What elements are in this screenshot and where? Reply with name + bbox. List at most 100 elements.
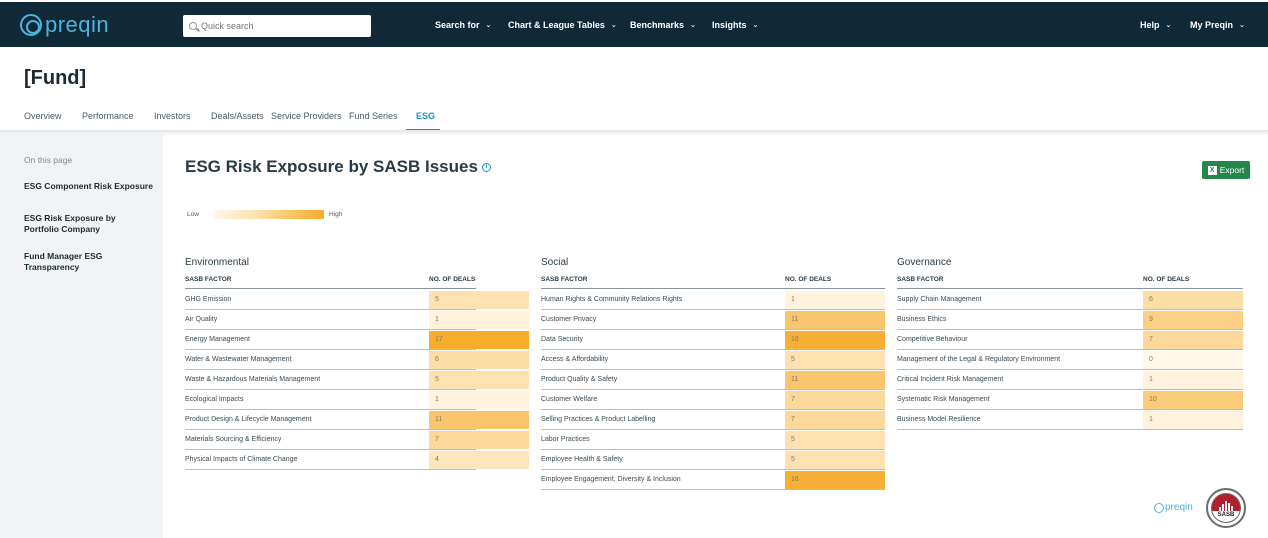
sidebar-item-fund-manager-transparency[interactable]: Fund Manager ESG Transparency	[24, 251, 159, 273]
sasb-factor-label: Water & Wastewater Management	[185, 356, 292, 363]
deals-count-cell: 6	[1143, 291, 1243, 309]
nav-chart-league-tables-label: Chart & League Tables	[508, 20, 605, 30]
table-row: Systematic Risk Management 10	[897, 390, 1243, 410]
tab-performance[interactable]: Performance	[82, 111, 134, 121]
table-row: Customer Welfare 7	[541, 390, 885, 410]
table-row: Supply Chain Management 6	[897, 290, 1243, 310]
sasb-factor-label: Competitive Behaviour	[897, 336, 968, 343]
sasb-factor-label: Systematic Risk Management	[897, 396, 990, 403]
nav-my-preqin-label: My Preqin	[1190, 20, 1234, 30]
nav-help-label: Help	[1140, 20, 1160, 30]
deals-count-cell: 5	[429, 371, 529, 389]
deals-count-cell: 4	[429, 451, 529, 469]
sasb-factor-label: Waste & Hazardous Materials Management	[185, 376, 321, 383]
table-row: Selling Practices & Product Labelling 7	[541, 410, 885, 430]
footer-logo-text: preqin	[1165, 502, 1193, 513]
sasb-factor-label: Business Ethics	[897, 316, 947, 323]
preqin-logo-icon	[1154, 502, 1164, 513]
sasb-bars-icon	[1219, 501, 1233, 511]
deals-count-cell: 10	[1143, 391, 1243, 409]
nav-benchmarks-label: Benchmarks	[630, 20, 685, 30]
table-row: Access & Affordability 5	[541, 350, 885, 370]
table-header-divider	[897, 288, 1243, 289]
deals-count-cell: 6	[429, 351, 529, 369]
deals-count-cell: 5	[785, 451, 885, 469]
sasb-factor-label: Customer Privacy	[541, 316, 597, 323]
on-this-page-sidebar: On this page ESG Component Risk Exposure…	[0, 134, 163, 538]
nav-benchmarks[interactable]: Benchmarks ⌄	[630, 20, 696, 30]
column-header-no-of-deals: NO. OF DEALS	[429, 276, 476, 283]
sidebar-item-esg-component-risk[interactable]: ESG Component Risk Exposure	[24, 181, 159, 192]
deals-count-cell: 7	[785, 411, 885, 429]
nav-chart-league-tables[interactable]: Chart & League Tables ⌄	[508, 20, 617, 30]
nav-search-for-label: Search for	[435, 20, 480, 30]
table-header-divider	[541, 288, 885, 289]
tab-esg[interactable]: ESG	[416, 111, 435, 121]
tab-service-providers[interactable]: Service Providers	[271, 111, 342, 121]
sasb-factor-label: Management of the Legal & Regulatory Env…	[897, 356, 1061, 363]
deals-count-cell: 5	[429, 291, 529, 309]
page-title: [Fund]	[24, 67, 87, 89]
deals-count-cell: 7	[429, 431, 529, 449]
preqin-logo-text: preqin	[45, 12, 110, 37]
sidebar-heading: On this page	[24, 155, 73, 165]
table-row: Customer Privacy 11	[541, 310, 885, 330]
tab-fund-series[interactable]: Fund Series	[349, 111, 398, 121]
table-row: Water & Wastewater Management 6	[185, 350, 529, 370]
nav-help[interactable]: Help ⌄	[1140, 20, 1171, 30]
table-row: Business Model Resilience 1	[897, 410, 1243, 430]
sasb-factor-label: Employee Engagement, Diversity & Inclusi…	[541, 476, 681, 483]
sasb-factor-label: Critical Incident Risk Management	[897, 376, 1004, 383]
sasb-seal: SASB	[1211, 493, 1241, 523]
quick-search-input[interactable]	[201, 21, 361, 31]
sasb-factor-label: Employee Health & Safety	[541, 456, 623, 463]
quick-search[interactable]	[183, 15, 371, 37]
table-row: Waste & Hazardous Materials Management 5	[185, 370, 529, 390]
heat-legend: Low High	[187, 210, 342, 219]
table-row: Product Design & Lifecycle Management 11	[185, 410, 529, 430]
chevron-down-icon: ⌄	[610, 22, 617, 29]
sidebar-item-esg-risk-by-portfolio[interactable]: ESG Risk Exposure by Portfolio Company	[24, 213, 124, 235]
column-header-no-of-deals: NO. OF DEALS	[1143, 276, 1190, 283]
nav-insights[interactable]: Insights ⌄	[712, 20, 758, 30]
deals-count-cell: 16	[785, 331, 885, 349]
sasb-factor-label: Materials Sourcing & Efficiency	[185, 436, 282, 443]
search-icon	[189, 22, 197, 30]
tab-overview[interactable]: Overview	[24, 111, 62, 121]
table-row: GHG Emission 5	[185, 290, 529, 310]
table-row: Human Rights & Community Relations Right…	[541, 290, 885, 310]
table-row: Ecological Impacts 1	[185, 390, 529, 410]
chevron-down-icon: ⌄	[690, 22, 696, 29]
preqin-logo-icon	[20, 14, 42, 36]
section-title: ESG Risk Exposure by SASB Issues i	[185, 157, 491, 177]
nav-insights-label: Insights	[712, 20, 747, 30]
group-title-social: Social	[541, 257, 569, 268]
table-row: Critical Incident Risk Management 1	[897, 370, 1243, 390]
deals-count-cell: 1	[1143, 411, 1243, 429]
chevron-down-icon: ⌄	[485, 22, 492, 29]
deals-count-cell: 17	[429, 331, 529, 349]
tab-deals-assets[interactable]: Deals/Assets	[211, 111, 264, 121]
nav-search-for[interactable]: Search for ⌄	[435, 20, 491, 30]
column-header-sasb-factor: SASB FACTOR	[897, 276, 944, 283]
nav-my-preqin[interactable]: My Preqin ⌄	[1190, 20, 1245, 30]
sasb-factor-label: Product Quality & Safety	[541, 376, 618, 383]
deals-count-cell: 7	[1143, 331, 1243, 349]
table-row: Materials Sourcing & Efficiency 7	[185, 430, 529, 450]
group-title-environmental: Environmental	[185, 257, 249, 268]
preqin-logo[interactable]: preqin	[20, 12, 109, 38]
sasb-factor-label: Supply Chain Management	[897, 296, 982, 303]
info-icon[interactable]: i	[481, 163, 491, 173]
table-row: Competitive Behaviour 7	[897, 330, 1243, 350]
sasb-factor-label: GHG Emission	[185, 296, 232, 303]
tab-investors[interactable]: Investors	[154, 111, 191, 121]
deals-count-cell: 11	[429, 411, 529, 429]
export-button[interactable]: X Export	[1202, 161, 1250, 179]
sasb-factor-label: Product Design & Lifecycle Management	[185, 416, 312, 423]
excel-icon: X	[1207, 165, 1217, 175]
table-row: Energy Management 17	[185, 330, 529, 350]
deals-count-cell: 1	[785, 291, 885, 309]
chevron-down-icon: ⌄	[1239, 22, 1245, 29]
deals-count-cell: 5	[785, 431, 885, 449]
tabs-divider	[0, 130, 1268, 136]
